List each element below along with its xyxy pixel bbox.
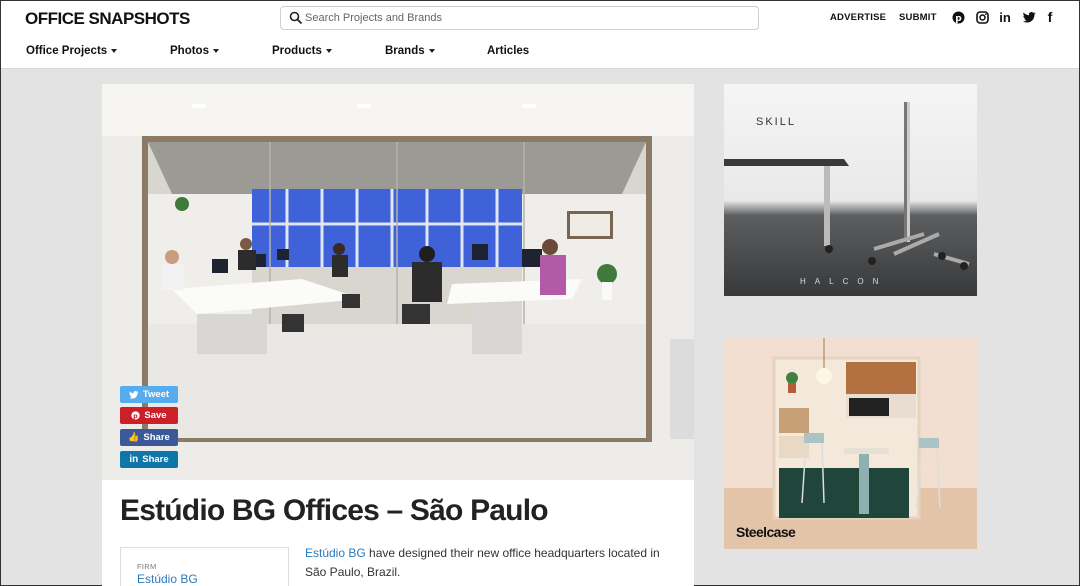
nav-label: Photos (170, 45, 209, 57)
twitter-icon[interactable] (1022, 9, 1036, 25)
nav-label: Articles (487, 45, 530, 57)
hero-photo[interactable] (102, 84, 694, 480)
pinterest-save-button[interactable]: p Save (120, 407, 178, 424)
instagram-icon[interactable] (975, 9, 989, 25)
nav-label: Products (272, 45, 322, 57)
search-box[interactable] (280, 6, 759, 30)
svg-text:p: p (134, 413, 139, 420)
ad-banner-steelcase[interactable]: Steelcase (724, 338, 977, 549)
site-header: OFFICE SNAPSHOTS ADVERTISE SUBMIT p in f… (1, 1, 1079, 69)
caret-down-icon (212, 49, 219, 53)
submit-link[interactable]: SUBMIT (899, 12, 937, 23)
ad-banner-halcon[interactable]: SKILL HALCON (724, 84, 977, 296)
svg-text:p: p (955, 14, 962, 24)
ad1-brand: HALCON (800, 277, 888, 286)
twitter-icon (129, 390, 139, 399)
caret-down-icon (428, 49, 435, 53)
nav-photos[interactable]: Photos (170, 45, 219, 57)
firm-link[interactable]: Estúdio BG (137, 572, 198, 586)
facebook-share-button[interactable]: 👍 Share (120, 429, 178, 446)
search-input[interactable] (305, 9, 745, 27)
ad2-brand: Steelcase (736, 524, 796, 540)
linkedin-share-button[interactable]: in Share (120, 451, 178, 468)
save-label: Save (144, 410, 167, 421)
nav-articles[interactable]: Articles (487, 45, 529, 57)
share-label: Share (142, 454, 169, 465)
article-intro: Estúdio BG have designed their new offic… (305, 544, 675, 582)
ad1-title: SKILL (756, 116, 796, 128)
nav-office-projects[interactable]: Office Projects (26, 45, 118, 57)
firm-label: FIRM (137, 562, 157, 571)
pinterest-icon[interactable]: p (951, 9, 965, 25)
caret-down-icon (325, 49, 332, 53)
tweet-button[interactable]: Tweet (120, 386, 178, 403)
nav-products[interactable]: Products (272, 45, 332, 57)
linkedin-icon: in (129, 454, 139, 465)
firm-inline-link[interactable]: Estúdio BG (305, 546, 366, 560)
linkedin-icon[interactable]: in (998, 9, 1012, 25)
share-label: Share (143, 432, 170, 443)
advertise-link[interactable]: ADVERTISE (830, 12, 886, 23)
search-icon (289, 11, 303, 25)
article-title: Estúdio BG Offices – São Paulo (120, 494, 549, 527)
article-card: Estúdio BG Offices – São Paulo FIRM Estú… (102, 480, 694, 586)
nav-label: Office Projects (26, 45, 108, 57)
facebook-icon[interactable]: f (1043, 9, 1057, 25)
pinterest-icon: p (131, 411, 141, 420)
site-logo[interactable]: OFFICE SNAPSHOTS (25, 9, 190, 29)
project-info-box: FIRM Estúdio BG (120, 547, 289, 586)
nav-label: Brands (385, 45, 425, 57)
office-photo-illustration (102, 84, 694, 480)
nav-brands[interactable]: Brands (385, 45, 435, 57)
caret-down-icon (111, 49, 118, 53)
tweet-label: Tweet (142, 389, 170, 400)
steelcase-furniture-illustration (724, 338, 977, 549)
thumbs-up-icon: 👍 (128, 432, 140, 442)
